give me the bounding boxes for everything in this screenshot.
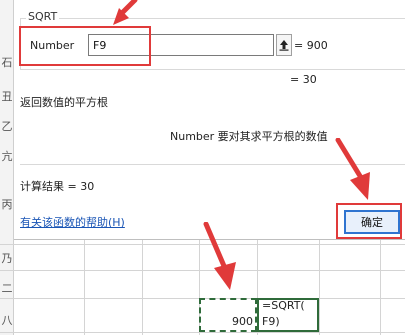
row-header-label: 乃 [1,252,13,265]
arrow-to-ok-icon [335,138,370,200]
collapse-dialog-icon [279,40,289,51]
row-header-label: 丙 [1,198,13,211]
arrow-to-cell-icon [203,222,236,290]
row-header-label: 乙 [1,120,13,133]
function-name-label: SQRT [26,10,60,23]
grid-row-line [0,332,405,333]
arrow-to-argument-icon [113,0,138,25]
row-header-label: 丑 [1,90,13,103]
source-cell-f9[interactable]: 900 [199,298,257,332]
formula-text-line1: =SQRT( [262,299,305,312]
argument-description: Number 要对其求平方根的数值 [170,130,328,143]
formula-text-line2: F9) [262,315,280,328]
formula-cell[interactable]: =SQRT( F9) [257,298,319,332]
row-header-label: 八 [1,314,13,327]
row-header-label: 石 [1,56,13,69]
function-result-value: = 30 [290,73,317,86]
argument-highlight-box [19,26,151,66]
source-cell-value: 900 [232,315,253,328]
row-header-label: 二 [1,282,13,295]
ok-button-highlight-box [336,203,402,239]
function-description: 返回数值的平方根 [20,96,108,109]
calculation-result: 计算结果 = 30 [20,180,95,193]
argument-result-value: = 900 [294,39,328,52]
function-help-link[interactable]: 有关该函数的帮助(H) [20,214,125,230]
row-header-label: 亢 [1,150,13,163]
collapse-dialog-button[interactable] [276,34,292,56]
